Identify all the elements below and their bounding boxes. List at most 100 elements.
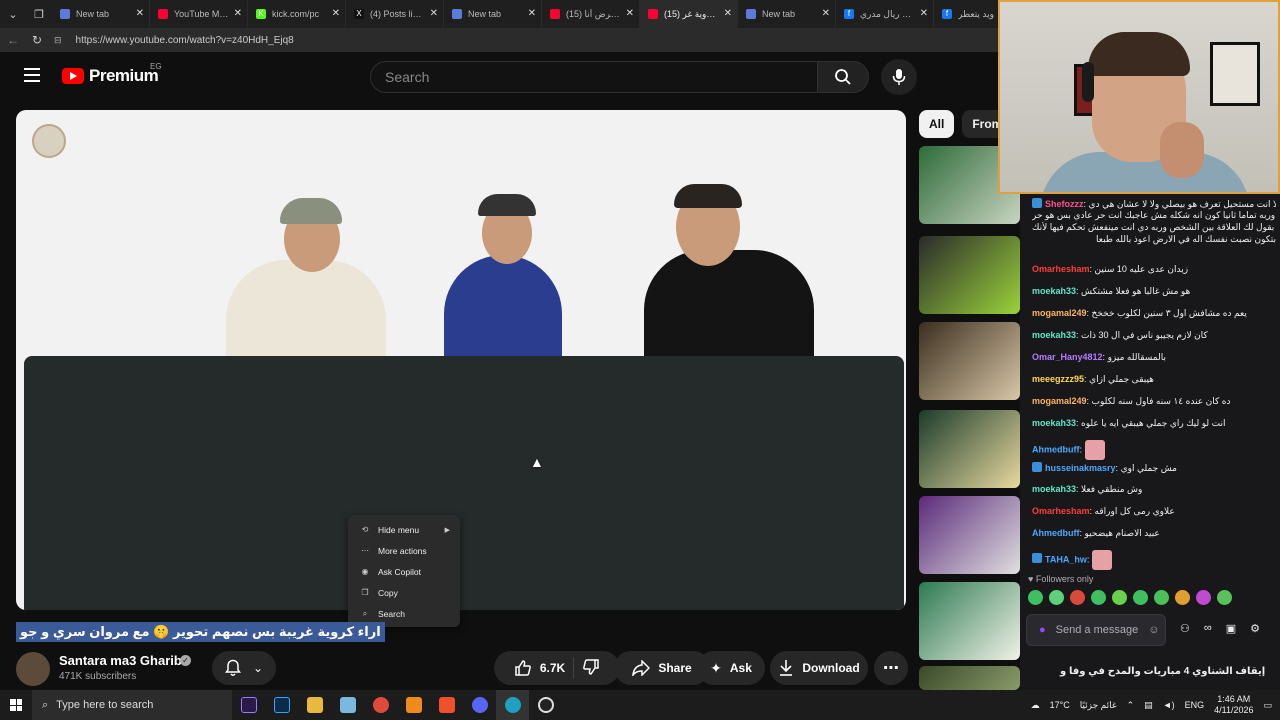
recommended-thumbnail[interactable] bbox=[919, 236, 1020, 314]
browser-tab[interactable]: New tab ✕ bbox=[444, 0, 542, 28]
emote-icon[interactable] bbox=[1091, 590, 1106, 605]
search-input[interactable]: Search bbox=[370, 61, 818, 93]
chat-settings-icon[interactable]: ⚇ bbox=[1180, 622, 1190, 635]
chat-username[interactable]: Ahmedbuff bbox=[1032, 528, 1080, 538]
emote-icon[interactable] bbox=[1196, 590, 1211, 605]
emote-icon[interactable] bbox=[1070, 590, 1085, 605]
store-icon[interactable]: ▣ bbox=[1226, 622, 1236, 635]
channel-name[interactable]: Santara ma3 Gharib bbox=[59, 653, 182, 668]
language-indicator[interactable]: ENG bbox=[1185, 700, 1205, 710]
ask-button[interactable]: ✦ Ask bbox=[697, 651, 765, 685]
browser-tab[interactable]: X (4) Posts liked by ✕ bbox=[346, 0, 444, 28]
edge-icon[interactable] bbox=[496, 690, 529, 720]
context-menu-item[interactable]: ⟲ Hide menu ▶ bbox=[348, 519, 460, 540]
taskbar-search[interactable]: ⌕ Type here to search bbox=[32, 690, 232, 720]
video-player[interactable]: ▲ bbox=[16, 110, 906, 610]
chat-username[interactable]: moekah33 bbox=[1032, 330, 1076, 340]
chat-username[interactable]: mogamal249 bbox=[1032, 396, 1087, 406]
recommended-thumbnail[interactable] bbox=[919, 496, 1020, 574]
chat-username[interactable]: Omar_Hany4812 bbox=[1032, 352, 1103, 362]
recommended-thumbnail[interactable] bbox=[919, 582, 1020, 660]
url-text[interactable]: https://www.youtube.com/watch?v=z40HdH_E… bbox=[76, 35, 294, 46]
browser-tab[interactable]: Kkick.com/pc ✕ bbox=[248, 0, 346, 28]
chat-username[interactable]: Omarhesham bbox=[1032, 264, 1090, 274]
close-tab-icon[interactable]: ✕ bbox=[234, 8, 242, 19]
menu-icon[interactable] bbox=[24, 68, 40, 82]
recommended-thumbnail[interactable] bbox=[919, 666, 1020, 690]
context-menu-item[interactable]: ⋯ More actions bbox=[348, 540, 460, 561]
network-icon[interactable]: ▤ bbox=[1144, 700, 1153, 711]
emote-icon[interactable] bbox=[1133, 590, 1148, 605]
more-actions-button[interactable]: ⋯ bbox=[874, 651, 908, 685]
like-button[interactable]: 6.7K bbox=[514, 659, 565, 677]
emote-icon[interactable] bbox=[1154, 590, 1169, 605]
search-button[interactable] bbox=[817, 61, 869, 93]
close-tab-icon[interactable]: ✕ bbox=[430, 8, 438, 19]
chat-username[interactable]: moekah33 bbox=[1032, 418, 1076, 428]
chat-username[interactable]: mogamal249 bbox=[1032, 308, 1087, 318]
emote-icon[interactable] bbox=[1175, 590, 1190, 605]
photoshop-icon[interactable] bbox=[265, 690, 298, 720]
infinity-icon[interactable]: ∞ bbox=[1204, 622, 1212, 635]
chat-username[interactable]: moekah33 bbox=[1032, 286, 1076, 296]
channel-avatar[interactable] bbox=[16, 652, 50, 686]
dislike-button[interactable] bbox=[582, 658, 600, 679]
start-button[interactable] bbox=[0, 690, 32, 720]
reload-icon[interactable]: ↻ bbox=[30, 33, 44, 47]
browser-tab[interactable]: YouTube Music ✕ bbox=[150, 0, 248, 28]
browser-tab[interactable]: New tab ✕ bbox=[52, 0, 150, 28]
weather-temp[interactable]: 17°C bbox=[1050, 700, 1070, 710]
vlc-icon[interactable] bbox=[397, 690, 430, 720]
close-tab-icon[interactable]: ✕ bbox=[822, 8, 830, 19]
chrome-icon[interactable] bbox=[364, 690, 397, 720]
emote-icon[interactable] bbox=[1112, 590, 1127, 605]
chip-from[interactable]: From bbox=[962, 110, 1000, 138]
notifications-icon[interactable]: ▭ bbox=[1263, 700, 1272, 711]
subscription-bell-button[interactable]: ⌄ bbox=[212, 651, 276, 685]
chevron-up-icon[interactable]: ⌃ bbox=[1127, 700, 1135, 711]
chat-username[interactable]: TAHA_hw bbox=[1045, 554, 1087, 564]
notepad-icon[interactable] bbox=[331, 690, 364, 720]
file-explorer-icon[interactable] bbox=[298, 690, 331, 720]
browser-tab[interactable]: New tab ✕ bbox=[738, 0, 836, 28]
premiere-pro-icon[interactable] bbox=[232, 690, 265, 720]
close-tab-icon[interactable]: ✕ bbox=[920, 8, 928, 19]
chat-username[interactable]: moekah33 bbox=[1032, 484, 1076, 494]
clock[interactable]: 1:46 AM 4/11/2026 bbox=[1214, 694, 1253, 716]
back-icon[interactable]: ← bbox=[6, 33, 20, 47]
chat-username[interactable]: Ahmedbuff bbox=[1032, 444, 1080, 454]
download-button[interactable]: Download bbox=[770, 651, 868, 685]
youtube-premium-logo[interactable]: Premium EG bbox=[62, 62, 162, 86]
close-tab-icon[interactable]: ✕ bbox=[332, 8, 340, 19]
recommended-thumbnail[interactable] bbox=[919, 322, 1020, 400]
chat-username[interactable]: meeegzzz95 bbox=[1032, 374, 1084, 384]
microphone-icon[interactable]: ● bbox=[1039, 624, 1046, 636]
share-button[interactable]: Share bbox=[614, 651, 710, 685]
discord-icon[interactable] bbox=[463, 690, 496, 720]
emote-icon[interactable] bbox=[1217, 590, 1232, 605]
close-tab-icon[interactable]: ✕ bbox=[724, 8, 732, 19]
emoji-icon[interactable]: ☺ bbox=[1148, 624, 1159, 636]
close-tab-icon[interactable]: ✕ bbox=[528, 8, 536, 19]
emote-icon[interactable] bbox=[1028, 590, 1043, 605]
gear-icon[interactable]: ⚙ bbox=[1250, 622, 1260, 635]
context-menu-item[interactable]: ◉ Ask Copilot bbox=[348, 561, 460, 582]
voice-search-button[interactable] bbox=[881, 59, 917, 95]
site-info-icon[interactable]: ⊟ bbox=[54, 35, 62, 46]
chat-username[interactable]: Omarhesham bbox=[1032, 506, 1090, 516]
brave-icon[interactable] bbox=[430, 690, 463, 720]
close-tab-icon[interactable]: ✕ bbox=[626, 8, 634, 19]
tab-list-button[interactable]: ⌄ bbox=[0, 0, 26, 28]
close-tab-icon[interactable]: ✕ bbox=[136, 8, 144, 19]
chat-username[interactable]: husseinakmasry bbox=[1045, 463, 1116, 473]
volume-icon[interactable]: ◄) bbox=[1163, 700, 1175, 710]
send-message-input[interactable]: ● Send a message ☺ bbox=[1026, 614, 1166, 646]
recommended-thumbnail[interactable] bbox=[919, 410, 1020, 488]
workspaces-button[interactable]: ❐ bbox=[26, 0, 52, 28]
browser-tab[interactable]: (15) اراء كروية غر ✕ bbox=[640, 0, 738, 28]
context-menu-item[interactable]: ⌕ Search bbox=[348, 603, 460, 624]
browser-tab[interactable]: (15) أنا مرض أنا ✕ bbox=[542, 0, 640, 28]
chip-all[interactable]: All bbox=[919, 110, 955, 138]
weather-icon[interactable]: ☁ bbox=[1031, 700, 1040, 711]
context-menu-item[interactable]: ❐ Copy bbox=[348, 582, 460, 603]
